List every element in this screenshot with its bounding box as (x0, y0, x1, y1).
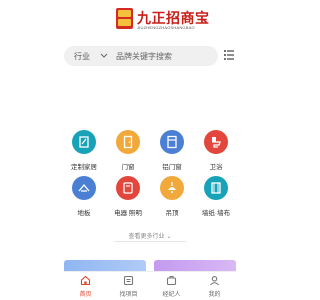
search-bar: 行业 (64, 46, 218, 66)
brand-logo (116, 8, 133, 29)
more-industries-label: 查看更多行业 (128, 234, 165, 240)
brand-subtitle: JIUZHENGZHAOSHANGBAO (137, 25, 195, 30)
more-industries-link[interactable]: 查看更多行业 ⌄ (114, 231, 186, 242)
category-bathroom[interactable]: 卫浴 (196, 130, 236, 174)
ceiling-lamp-icon (168, 182, 176, 193)
category-custom-furniture[interactable]: 定制家居 (64, 130, 104, 174)
category-door-window[interactable]: 门窗 (108, 130, 148, 174)
category-icon-bg (116, 176, 140, 200)
wallpaper-icon (211, 182, 221, 194)
toilet-icon (212, 137, 221, 148)
category-icon-bg (204, 130, 228, 154)
category-icon-bg (116, 130, 140, 154)
tab-label: 经纪人 (162, 292, 181, 298)
category-wallpaper[interactable]: 墙纸·墙布 (196, 176, 236, 220)
tab-find-project[interactable]: 找项目 (107, 275, 150, 299)
category-label: 墙纸·墙布 (201, 210, 231, 217)
chevron-down-icon: ⌄ (166, 234, 172, 240)
category-icon-bg (72, 176, 96, 200)
category-icon-bg (72, 130, 96, 154)
door-window-icon (123, 135, 133, 149)
category-icon-bg (160, 176, 184, 200)
aluminum-window-icon (167, 135, 177, 149)
find-project-icon (123, 275, 134, 286)
agent-icon (166, 275, 177, 286)
appliance-lighting-icon (123, 182, 133, 194)
logo-seal-top (118, 10, 131, 17)
category-floor[interactable]: 地板 (64, 176, 104, 220)
custom-furniture-icon (79, 136, 89, 148)
tab-label: 我的 (208, 292, 221, 298)
category-icon-bg (204, 176, 228, 200)
category-aluminum-window[interactable]: 铝门窗 (152, 130, 192, 174)
tab-agent[interactable]: 经纪人 (150, 275, 193, 299)
logo-seal-bottom (118, 19, 131, 26)
floor-icon (78, 183, 90, 192)
menu-list-icon[interactable] (222, 48, 236, 62)
chevron-down-icon[interactable] (99, 49, 109, 63)
tab-label: 找项目 (119, 292, 138, 298)
bottom-tab-bar: 首页 找项目 经纪人 我的 (64, 271, 236, 300)
search-category-select[interactable]: 行业 (74, 51, 90, 62)
tab-label: 首页 (79, 292, 92, 298)
search-input[interactable] (116, 49, 212, 63)
category-icon-bg (160, 130, 184, 154)
tab-profile[interactable]: 我的 (193, 275, 236, 299)
category-label: 卫浴 (209, 164, 223, 171)
category-ceiling[interactable]: 吊顶 (152, 176, 192, 220)
profile-icon (210, 276, 219, 286)
category-appliance-lighting[interactable]: 电器 照明 (108, 176, 148, 220)
app-header: 九正招商宝 JIUZHENGZHAOSHANGBAO (0, 0, 300, 36)
tab-home[interactable]: 首页 (64, 275, 107, 299)
home-icon (80, 275, 91, 286)
